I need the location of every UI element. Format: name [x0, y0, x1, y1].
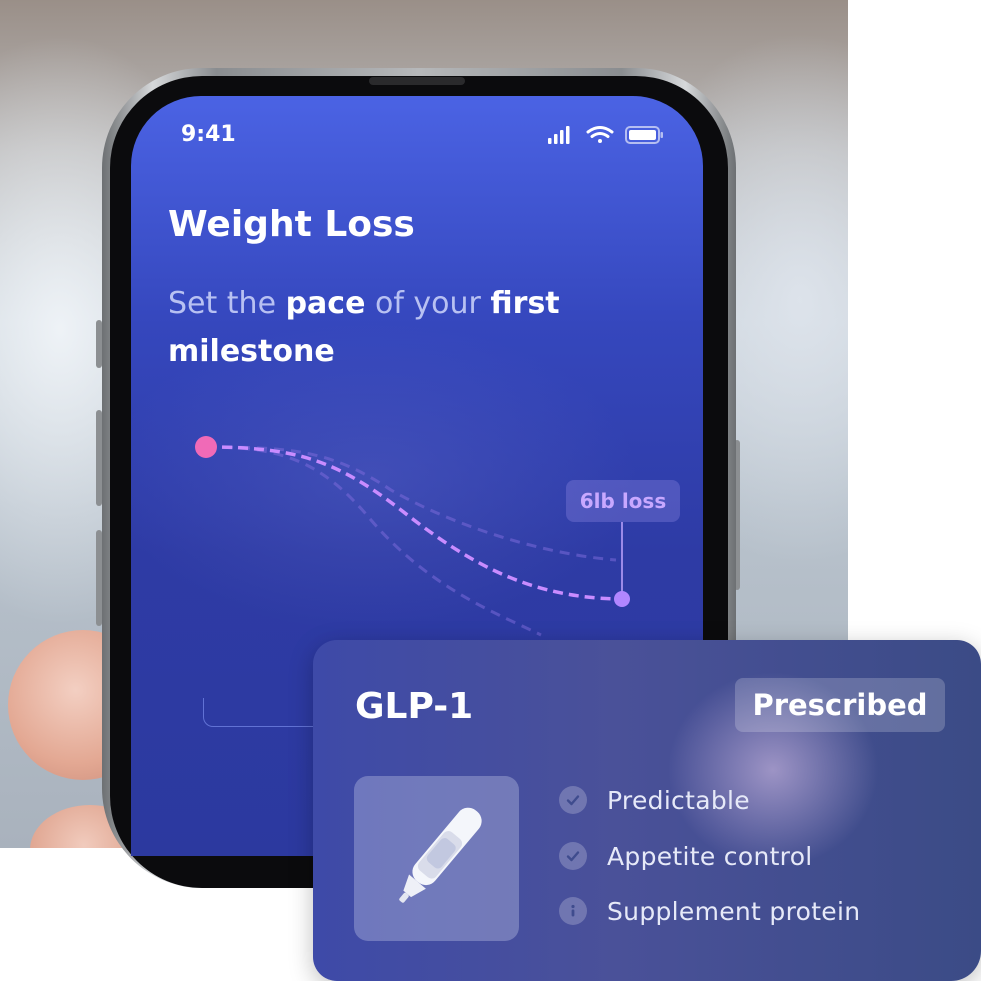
pace-chart — [195, 436, 630, 637]
status-icons — [548, 126, 663, 144]
pace-curve-slow — [205, 445, 617, 562]
page-subtitle: Set the pace of your first milestone — [168, 286, 560, 369]
medication-title: GLP-1 — [355, 686, 474, 727]
info-circle-icon — [559, 897, 587, 925]
battery-icon — [625, 126, 663, 144]
prescribed-badge: Prescribed — [735, 678, 945, 732]
medication-card[interactable]: GLP-1 Prescribed Predictable Appetite co… — [313, 640, 981, 981]
milestone-point — [614, 591, 630, 607]
benefit-label: Predictable — [607, 785, 750, 815]
benefit-item: Appetite control — [559, 838, 813, 874]
benefit-item: Supplement protein — [559, 893, 860, 929]
chart-tooltip: 6lb loss — [566, 480, 680, 522]
check-circle-icon — [559, 786, 587, 814]
benefit-label: Supplement protein — [607, 896, 861, 926]
benefit-item: Predictable — [559, 782, 750, 818]
check-circle-icon — [559, 842, 587, 870]
phone-speaker — [369, 77, 465, 85]
benefit-label: Appetite control — [607, 841, 813, 871]
cellular-signal-icon — [548, 126, 570, 144]
pace-curve-selected — [205, 445, 622, 601]
injection-pen-icon — [399, 807, 482, 903]
status-time: 9:41 — [181, 122, 236, 147]
medication-thumbnail — [354, 776, 519, 941]
wifi-icon — [586, 126, 614, 143]
pace-curve-fast — [205, 445, 542, 637]
page-title: Weight Loss — [168, 204, 415, 245]
start-point — [195, 436, 217, 458]
